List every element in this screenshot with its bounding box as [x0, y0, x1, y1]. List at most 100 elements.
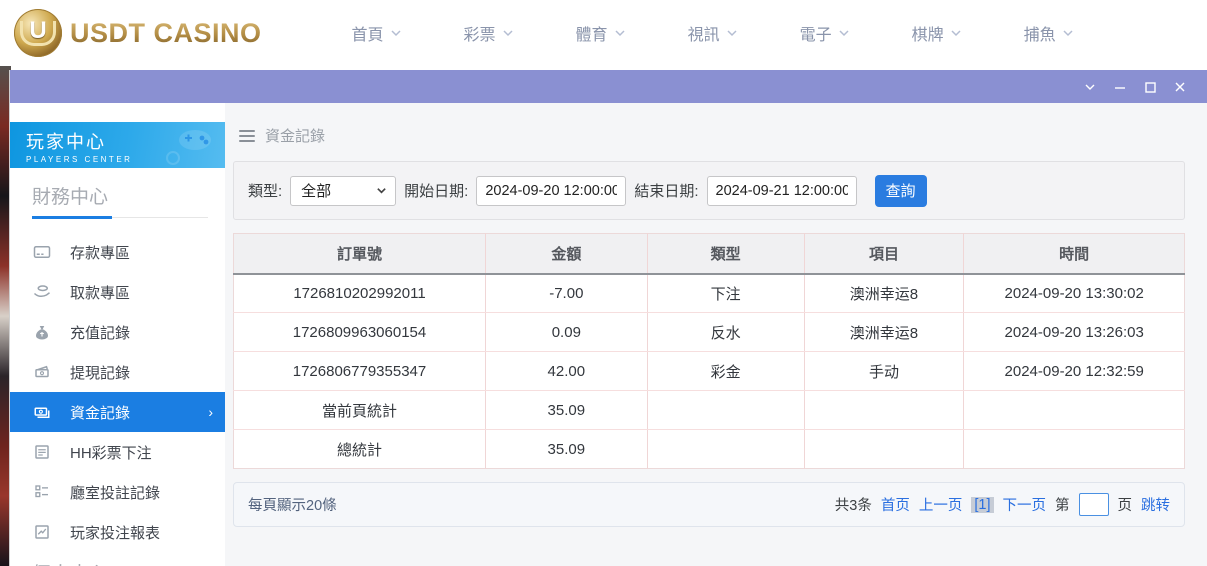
money-bag-icon: [32, 322, 52, 342]
nav-item-lottery[interactable]: 彩票: [464, 21, 514, 45]
sidebar-item-hall-bet-records[interactable]: 廳室投註記錄: [10, 472, 225, 512]
sidebar-item-label: HH彩票下注: [70, 442, 152, 463]
chevron-down-icon: [502, 27, 514, 39]
cell-order-no: 1726806779355347: [234, 352, 486, 391]
cell-amount: 42.00: [486, 352, 648, 391]
chevron-down-icon: [614, 27, 626, 39]
maximize-icon: [1143, 80, 1157, 94]
app-window: 玩家中心 PLAYERS CENTER 財務中心: [10, 70, 1207, 566]
page-title-row: 資金記錄: [233, 125, 1185, 146]
funds-record-table: 訂單號 金額 類型 項目 時間 1726810202992011 -7.00 下…: [233, 233, 1185, 469]
jump-suffix-text: 页: [1118, 494, 1133, 515]
page: U USDT CASINO 首頁 彩票 體育 視訊 電子: [0, 0, 1207, 566]
sidebar-item-player-bet-report[interactable]: 玩家投注報表: [10, 512, 225, 552]
table-header-row: 訂單號 金額 類型 項目 時間: [234, 234, 1185, 274]
col-header-item: 項目: [804, 234, 964, 274]
funds-record-icon: [32, 402, 52, 422]
col-header-type: 類型: [647, 234, 804, 274]
close-icon: [1173, 80, 1187, 94]
pagination-controls: 共3条 首页 上一页 [1] 下一页 第 页 跳转: [835, 493, 1170, 516]
current-page-indicator: [1]: [971, 497, 993, 513]
cell-type: 彩金: [647, 352, 804, 391]
sidebar-item-hh-lottery-bets[interactable]: HH彩票下注: [10, 432, 225, 472]
nav-label: 棋牌: [912, 21, 944, 45]
type-select-value: 全部: [301, 180, 331, 201]
sidebar-item-label: 取款專區: [70, 282, 130, 303]
cell-item: 澳洲幸运8: [804, 274, 964, 313]
nav-item-live[interactable]: 視訊: [688, 21, 738, 45]
brand-name: USDT CASINO: [70, 18, 262, 49]
gamepad-icon: [153, 126, 217, 166]
cell-item: 澳洲幸运8: [804, 313, 964, 352]
deposit-card-icon: [32, 242, 52, 262]
chevron-down-icon: [1062, 27, 1074, 39]
query-button[interactable]: 查詢: [875, 175, 927, 207]
page-size-text: 每頁顯示20條: [248, 494, 337, 515]
cash-notes-icon: [32, 362, 52, 382]
cell-amount: -7.00: [486, 274, 648, 313]
logo-letter: U: [20, 21, 55, 46]
nav-item-slots[interactable]: 電子: [800, 21, 850, 45]
cell-time: 2024-09-20 12:32:59: [964, 352, 1185, 391]
start-date-label: 開始日期:: [404, 180, 468, 201]
col-header-order-no: 訂單號: [234, 234, 486, 274]
nav-label: 捕魚: [1024, 21, 1056, 45]
nav-label: 視訊: [688, 21, 720, 45]
total-count-text: 共3条: [835, 494, 872, 515]
logo-coin-icon: U: [14, 9, 62, 57]
section-finance-center: 財務中心: [32, 182, 208, 218]
cell-summary-amount: 35.09: [486, 391, 648, 430]
sidebar-item-label: 提現記錄: [70, 362, 130, 383]
sidebar: 玩家中心 PLAYERS CENTER 財務中心: [10, 103, 225, 566]
cell-empty: [964, 430, 1185, 469]
nav-item-fishing[interactable]: 捕魚: [1024, 21, 1074, 45]
window-body: 玩家中心 PLAYERS CENTER 財務中心: [10, 103, 1207, 566]
section-personal-center: 個人中心: [32, 559, 225, 566]
sidebar-item-recharge-records[interactable]: 充值記錄: [10, 312, 225, 352]
nav-label: 體育: [576, 21, 608, 45]
window-minimize-button[interactable]: [1105, 76, 1135, 98]
next-page-link[interactable]: 下一页: [1003, 494, 1047, 515]
cell-type: 反水: [647, 313, 804, 352]
top-nav-items: 首頁 彩票 體育 視訊 電子 棋牌: [352, 21, 1136, 45]
sidebar-item-deposit-zone[interactable]: 存款專區: [10, 232, 225, 272]
players-center-banner: 玩家中心 PLAYERS CENTER: [10, 122, 225, 168]
first-page-link[interactable]: 首页: [881, 494, 910, 515]
nav-item-home[interactable]: 首頁: [352, 21, 402, 45]
sidebar-item-funds-records[interactable]: 資金記錄 ›: [10, 392, 225, 432]
table-summary-row-current-page: 當前頁統計 35.09: [234, 391, 1185, 430]
cell-amount: 0.09: [486, 313, 648, 352]
cell-order-no: 1726809963060154: [234, 313, 486, 352]
sidebar-item-withdraw-zone[interactable]: 取款專區: [10, 272, 225, 312]
type-select[interactable]: 全部: [290, 176, 396, 206]
window-close-button[interactable]: [1165, 76, 1195, 98]
jump-button[interactable]: 跳转: [1141, 494, 1170, 515]
sidebar-item-withdrawal-records[interactable]: 提現記錄: [10, 352, 225, 392]
window-collapse-button[interactable]: [1075, 76, 1105, 98]
table-summary-row-total: 總統計 35.09: [234, 430, 1185, 469]
nav-item-board-games[interactable]: 棋牌: [912, 21, 962, 45]
nav-item-sports[interactable]: 體育: [576, 21, 626, 45]
window-maximize-button[interactable]: [1135, 76, 1165, 98]
end-date-input[interactable]: [707, 176, 857, 206]
cell-empty: [647, 430, 804, 469]
cell-item: 手动: [804, 352, 964, 391]
start-date-input[interactable]: [476, 176, 626, 206]
chevron-down-icon: [376, 185, 387, 196]
cell-empty: [964, 391, 1185, 430]
lottery-list-icon: [32, 442, 52, 462]
cell-summary-amount: 35.09: [486, 430, 648, 469]
hamburger-icon[interactable]: [239, 130, 255, 142]
col-header-time: 時間: [964, 234, 1185, 274]
report-chart-icon: [32, 522, 52, 542]
cell-time: 2024-09-20 13:30:02: [964, 274, 1185, 313]
nav-label: 彩票: [464, 21, 496, 45]
cell-time: 2024-09-20 13:26:03: [964, 313, 1185, 352]
sidebar-item-label: 廳室投註記錄: [70, 482, 160, 503]
end-date-label: 結束日期:: [634, 180, 698, 201]
top-nav-bar: U USDT CASINO 首頁 彩票 體育 視訊 電子: [0, 0, 1207, 66]
brand-logo[interactable]: U USDT CASINO: [14, 9, 262, 57]
page-jump-input[interactable]: [1079, 493, 1109, 516]
sidebar-item-label: 充值記錄: [70, 322, 130, 343]
prev-page-link[interactable]: 上一页: [919, 494, 963, 515]
